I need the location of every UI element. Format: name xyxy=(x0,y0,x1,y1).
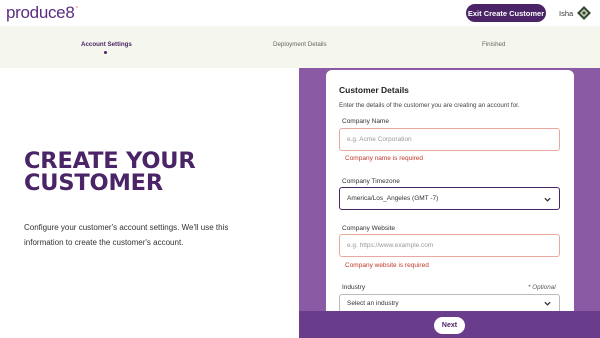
page-title-line-1: CREATE YOUR xyxy=(24,148,196,174)
industry-label: Industry xyxy=(342,284,366,291)
company-name-placeholder: e.g. Acme Corporation xyxy=(347,136,412,143)
page-title: CREATE YOUR CUSTOMER xyxy=(24,148,196,196)
top-nav: produce8° Exit Create Customer Isha xyxy=(0,0,600,26)
intro-text: Configure your customer's account settin… xyxy=(24,223,229,247)
user-name[interactable]: Isha xyxy=(559,9,573,18)
logo-text: produce8 xyxy=(6,3,75,22)
chevron-down-icon xyxy=(544,301,551,306)
logo[interactable]: produce8° xyxy=(6,3,78,23)
chevron-down-icon xyxy=(544,197,551,202)
company-name-input[interactable]: e.g. Acme Corporation xyxy=(339,128,560,151)
company-website-error: Company website is required xyxy=(345,262,429,269)
page-title-line-2: CUSTOMER xyxy=(24,170,163,196)
step-finished[interactable]: Finished xyxy=(482,41,505,48)
company-timezone-select[interactable]: America/Los_Angeles (GMT -7) xyxy=(339,187,560,210)
avatar-icon[interactable] xyxy=(577,6,591,20)
progress-steps: Account Settings Deployment Details Fini… xyxy=(0,26,600,68)
card-description: Enter the details of the customer you ar… xyxy=(339,102,520,109)
company-name-error: Company name is required xyxy=(345,155,424,162)
active-step-indicator xyxy=(104,51,107,54)
industry-value: Select an industry xyxy=(347,299,399,307)
company-name-label: Company Name xyxy=(342,118,389,125)
company-timezone-value: America/Los_Angeles (GMT -7) xyxy=(347,195,439,202)
industry-select[interactable]: Select an industry xyxy=(339,294,560,311)
logo-mark: ° xyxy=(75,6,79,14)
company-website-input[interactable]: e.g. https://www.example.com xyxy=(339,234,560,257)
next-button[interactable]: Next xyxy=(433,316,466,335)
company-website-label: Company Website xyxy=(342,225,395,232)
company-website-placeholder: e.g. https://www.example.com xyxy=(347,242,434,249)
step-account-settings[interactable]: Account Settings xyxy=(81,41,132,48)
company-timezone-label: Company Timezone xyxy=(342,178,400,185)
step-deployment-details[interactable]: Deployment Details xyxy=(273,41,327,48)
card-title: Customer Details xyxy=(339,85,409,95)
left-panel xyxy=(0,68,299,338)
industry-optional-tag: * Optional xyxy=(528,284,556,291)
exit-create-customer-button[interactable]: Exit Create Customer xyxy=(466,4,546,22)
